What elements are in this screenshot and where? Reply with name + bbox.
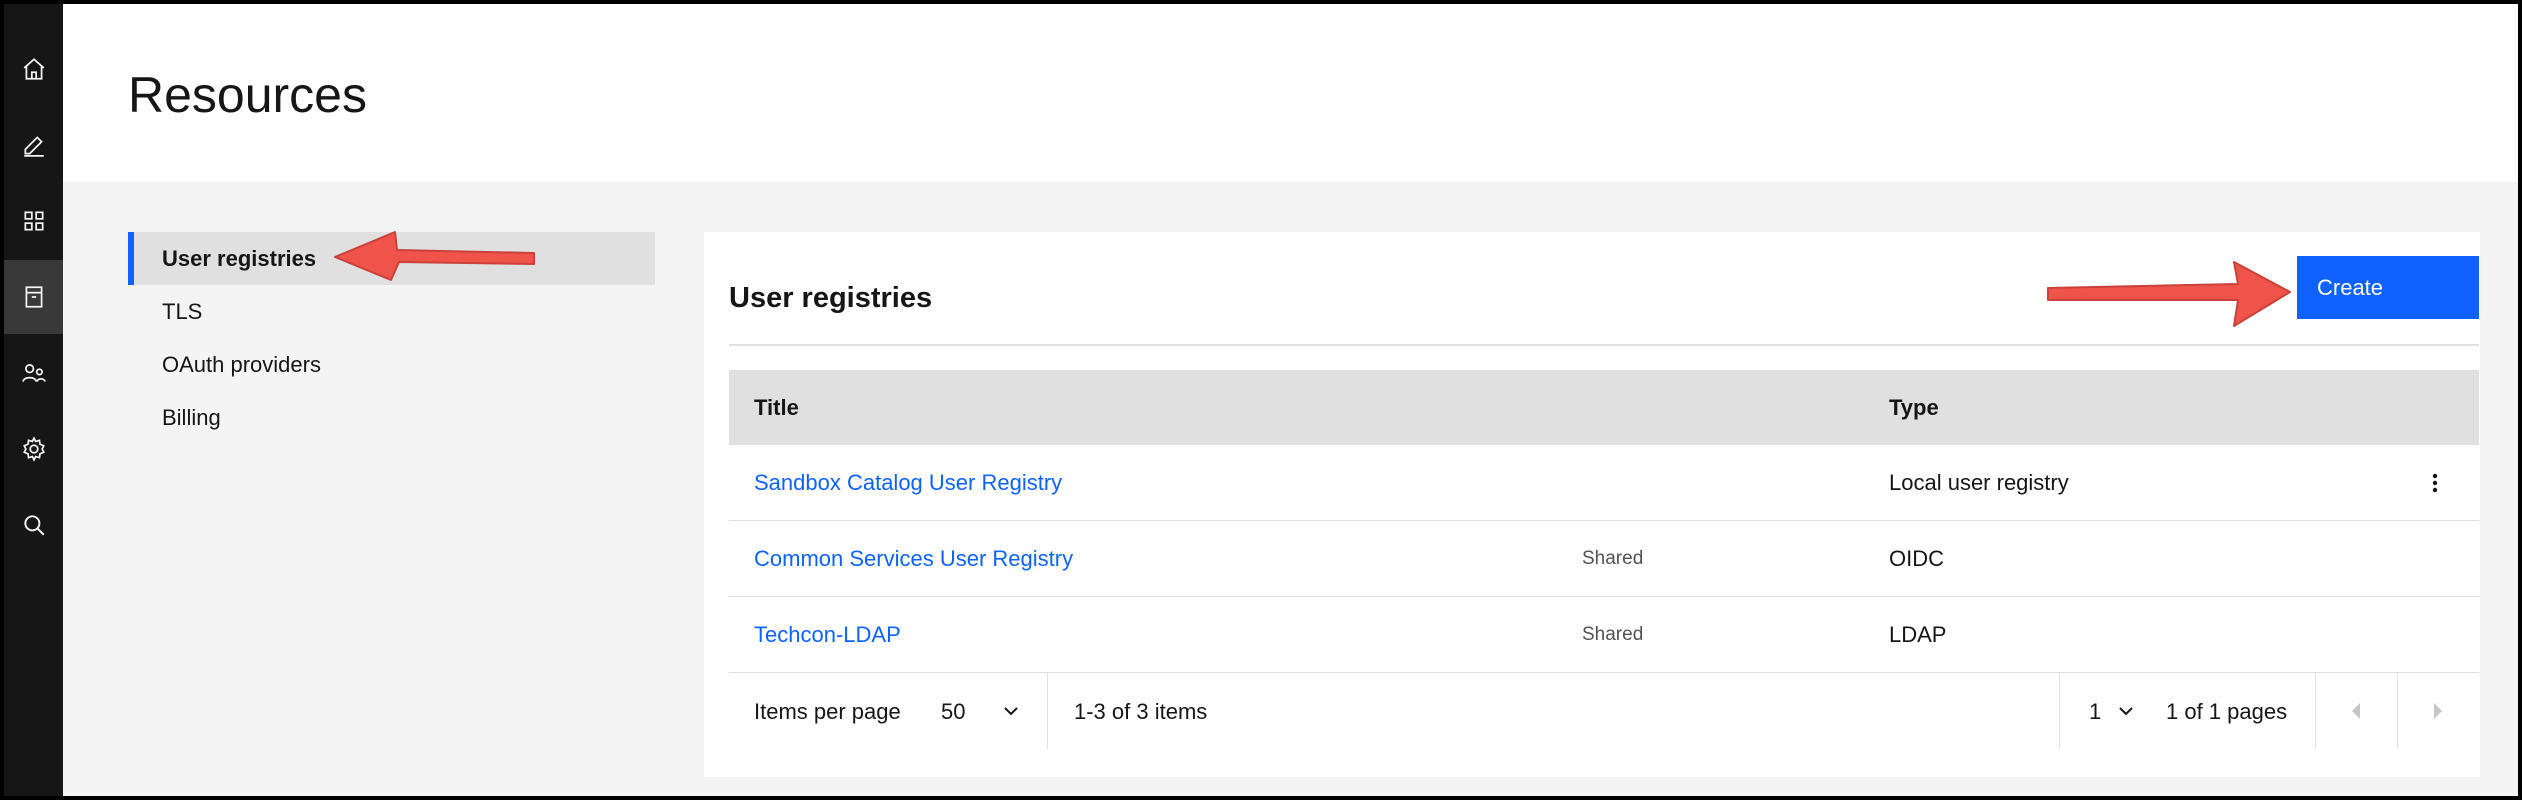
chevron-down-icon[interactable] xyxy=(2116,701,2136,721)
rail-apps[interactable] xyxy=(4,184,63,258)
column-header-title: Title xyxy=(754,394,799,420)
previous-page-button[interactable] xyxy=(2315,673,2397,749)
annotation-arrow-icon xyxy=(2047,261,2291,327)
rail-edit[interactable] xyxy=(4,108,63,182)
subnav-item-billing[interactable]: Billing xyxy=(128,391,655,444)
card-title: User registries xyxy=(729,282,933,314)
pager-divider xyxy=(2059,673,2060,749)
registries-table: Title Type Sandbox Catalog User Registry… xyxy=(729,370,2479,749)
table-row: Common Services User Registry Shared OID… xyxy=(729,521,2479,597)
left-rail xyxy=(4,4,63,796)
rail-home[interactable] xyxy=(4,32,63,106)
pager-divider xyxy=(1047,673,1048,749)
items-per-page-select[interactable]: 50 xyxy=(941,699,965,725)
chevron-down-icon[interactable] xyxy=(1001,701,1021,721)
rail-resources[interactable] xyxy=(4,260,63,334)
registry-type: OIDC xyxy=(1889,545,1944,571)
registry-type: Local user registry xyxy=(1889,469,2069,495)
shared-tag: Shared xyxy=(1582,623,1644,645)
page-count-text: 1 of 1 pages xyxy=(2166,699,2288,724)
page-select[interactable]: 1 xyxy=(2089,699,2101,725)
search-icon xyxy=(23,515,44,536)
column-header-type: Type xyxy=(1889,394,1939,420)
home-icon xyxy=(23,58,44,80)
registry-title-link[interactable]: Common Services User Registry xyxy=(754,546,1073,572)
registry-type: LDAP xyxy=(1889,621,1947,647)
rail-users[interactable] xyxy=(4,336,63,410)
rail-search[interactable] xyxy=(4,488,63,562)
rail-settings[interactable] xyxy=(4,412,63,486)
card-divider xyxy=(729,344,2479,346)
next-page-button[interactable] xyxy=(2397,673,2479,749)
resources-icon xyxy=(25,286,42,308)
item-range-text: 1-3 of 3 items xyxy=(1074,699,1208,724)
edit-icon xyxy=(23,136,44,157)
items-per-page-label: Items per page xyxy=(754,699,901,724)
app-frame: Resources User registries TLS OAuth prov… xyxy=(4,4,2518,796)
annotation-arrow-icon xyxy=(334,231,535,281)
page-title: Resources xyxy=(128,67,367,123)
table-row: Techcon-LDAP Shared LDAP xyxy=(729,597,2479,673)
subnav-item-oauth-providers[interactable]: OAuth providers xyxy=(128,338,655,391)
create-button[interactable]: Create xyxy=(2297,256,2479,319)
table-header: Title Type xyxy=(729,370,2479,445)
caret-right-icon xyxy=(2434,703,2442,719)
caret-left-icon xyxy=(2352,703,2360,719)
apps-grid-icon xyxy=(23,211,44,231)
shared-tag: Shared xyxy=(1582,547,1644,569)
users-icon xyxy=(21,364,46,382)
table-row: Sandbox Catalog User Registry Local user… xyxy=(729,445,2479,521)
registry-title-link[interactable]: Techcon-LDAP xyxy=(754,622,901,648)
pagination: Items per page 50 1-3 of 3 items 1 1 of … xyxy=(729,673,2479,749)
overflow-menu-icon xyxy=(2432,473,2438,492)
settings-icon xyxy=(22,436,45,462)
registry-title-link[interactable]: Sandbox Catalog User Registry xyxy=(754,470,1062,496)
overflow-menu-button[interactable] xyxy=(2420,468,2450,498)
page-header: Resources xyxy=(63,4,2518,182)
